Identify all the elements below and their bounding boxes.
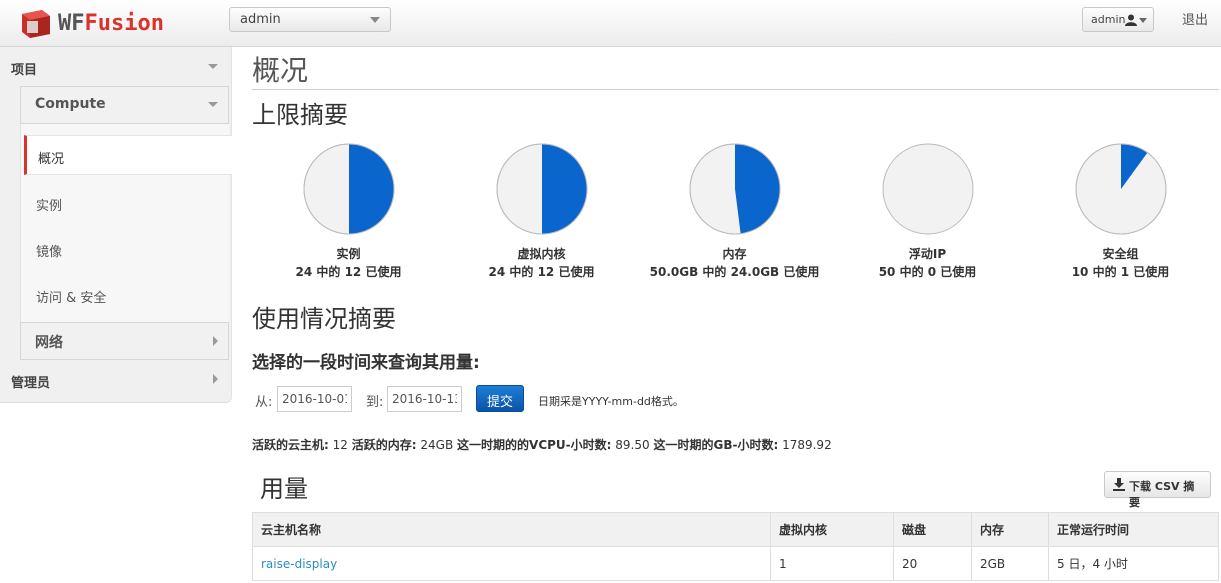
gb-hours-value: 1789.92 (782, 438, 832, 452)
chevron-down-icon (208, 102, 218, 107)
vcpu-hours-label: 这一时期的的VCPU-小时数: (457, 438, 612, 452)
date-range-form: 从: 到: 提交 日期采是YYYY-mm-dd格式。 (252, 385, 952, 415)
sidebar-section-label: 管理员 (11, 376, 51, 391)
download-csv-label: 下载 CSV 摘要 (1129, 480, 1195, 509)
quota-summary: 50.0GB 中的 24.0GB 已使用 (649, 265, 820, 279)
active-memory-value: 24GB (420, 438, 454, 452)
sidebar-item-instances[interactable]: 实例 (24, 183, 232, 223)
chevron-down-icon (1139, 18, 1147, 23)
query-heading: 选择的一段时间来查询其用量: (252, 353, 480, 373)
top-navbar: WFFusion admin admin 退出 (0, 0, 1221, 47)
quota-pie-chart (496, 143, 587, 235)
disk-cell: 20 (893, 546, 972, 581)
sidebar-group-compute[interactable]: Compute (20, 86, 229, 124)
quota-summary: 24 中的 12 已使用 (488, 265, 595, 279)
sidebar-group-label: 网络 (35, 335, 63, 351)
user-name: admin (1091, 13, 1126, 26)
column-header-name[interactable]: 云主机名称 (252, 512, 771, 547)
quota-label: 安全组 (1102, 247, 1139, 261)
project-selector-label: admin (240, 12, 281, 27)
table-header-row: 云主机名称 虚拟内核 磁盘 内存 正常运行时间 (252, 512, 1219, 547)
quota-heading: 上限摘要 (252, 101, 348, 129)
logout-link[interactable]: 退出 (1182, 9, 1208, 28)
user-icon (1125, 14, 1137, 26)
quota-pie-4: 安全组 10 中的 1 已使用 (1024, 143, 1217, 281)
quota-pie-1: 虚拟内核 24 中的 12 已使用 (445, 143, 638, 281)
quota-pie-3: 浮动IP 50 中的 0 已使用 (831, 143, 1024, 281)
uptime-cell: 5 日，4 小时 (1048, 546, 1219, 581)
chevron-down-icon (208, 64, 218, 69)
gb-hours-label: 这一时期的GB-小时数: (653, 438, 779, 452)
chevron-down-icon (370, 17, 380, 23)
vcpu-hours-value: 89.50 (615, 438, 650, 452)
column-header-disk[interactable]: 磁盘 (893, 512, 972, 547)
from-label: 从: (255, 395, 273, 410)
user-menu-button[interactable]: admin (1082, 7, 1154, 32)
brand-name: WFFusion (58, 11, 164, 36)
quota-label: 实例 (336, 247, 361, 261)
pie-used-slice (348, 144, 394, 234)
quota-label: 虚拟内核 (517, 247, 566, 261)
column-header-uptime[interactable]: 正常运行时间 (1048, 512, 1219, 547)
sidebar-item-access-security[interactable]: 访问 & 安全 (24, 275, 232, 315)
sidebar-group-network[interactable]: 网络 (20, 322, 229, 360)
from-date-input[interactable] (277, 386, 352, 412)
column-header-ram[interactable]: 内存 (971, 512, 1049, 547)
quota-summary: 50 中的 0 已使用 (878, 265, 977, 279)
sidebar-section-label: 项目 (11, 63, 38, 78)
quota-summary: 24 中的 12 已使用 (295, 265, 402, 279)
to-label: 到: (366, 395, 384, 410)
instance-name-cell: raise-display (252, 546, 771, 581)
quota-pie-0: 实例 24 中的 12 已使用 (252, 143, 445, 281)
chevron-right-icon (213, 374, 218, 384)
usage-table-heading: 用量 (260, 475, 308, 503)
sidebar-item-overview[interactable]: 概况 (24, 135, 232, 175)
ram-cell: 2GB (971, 546, 1049, 581)
download-csv-button[interactable]: 下载 CSV 摘要 (1104, 471, 1211, 509)
quota-pie-chart (689, 143, 780, 235)
active-memory-label: 活跃的内存: (351, 438, 417, 452)
sidebar-section-project[interactable]: 项目 (0, 47, 232, 85)
active-instances-value: 12 (332, 438, 348, 452)
page-title: 概况 (252, 54, 309, 87)
sidebar: 项目 Compute 概况 实例 镜像 访问 & 安全 网络 管理员 (0, 47, 232, 403)
chevron-right-icon (213, 336, 218, 346)
usage-stats: 活跃的云主机: 12 活跃的内存: 24GB 这一时期的的VCPU-小时数: 8… (252, 436, 832, 453)
sidebar-group-label: Compute (35, 96, 106, 112)
quota-summary: 10 中的 1 已使用 (1071, 265, 1170, 279)
instance-link[interactable]: raise-display (261, 557, 337, 571)
submit-button[interactable]: 提交 (476, 385, 524, 412)
sidebar-section-admin[interactable]: 管理员 (0, 360, 232, 398)
usage-table: 云主机名称 虚拟内核 磁盘 内存 正常运行时间 raise-display 1 … (252, 512, 1219, 581)
usage-summary-heading: 使用情况摘要 (252, 305, 396, 333)
date-format-hint: 日期采是YYYY-mm-dd格式。 (538, 395, 684, 408)
quota-label: 浮动IP (908, 247, 947, 261)
column-header-vcpus[interactable]: 虚拟内核 (770, 512, 894, 547)
active-instances-label: 活跃的云主机: (252, 438, 329, 452)
pie-used-slice (734, 144, 780, 234)
quota-pie-chart (882, 143, 973, 235)
quota-pie-2: 内存 50.0GB 中的 24.0GB 已使用 (638, 143, 831, 281)
quota-pie-chart (1075, 143, 1166, 235)
quota-pie-chart (303, 143, 394, 235)
download-icon (1113, 478, 1125, 491)
pie-free-slice (882, 143, 973, 235)
to-date-input[interactable] (387, 386, 462, 412)
title-divider (252, 89, 1219, 90)
quota-label: 内存 (722, 247, 747, 261)
sidebar-item-images[interactable]: 镜像 (24, 229, 232, 269)
pie-used-slice (541, 144, 587, 234)
brand-logo[interactable]: WFFusion (18, 8, 178, 40)
vcpus-cell: 1 (770, 546, 894, 581)
project-selector[interactable]: admin (229, 7, 391, 32)
table-row: raise-display 1 20 2GB 5 日，4 小时 (252, 546, 1219, 581)
logo-cube-icon (22, 10, 50, 38)
